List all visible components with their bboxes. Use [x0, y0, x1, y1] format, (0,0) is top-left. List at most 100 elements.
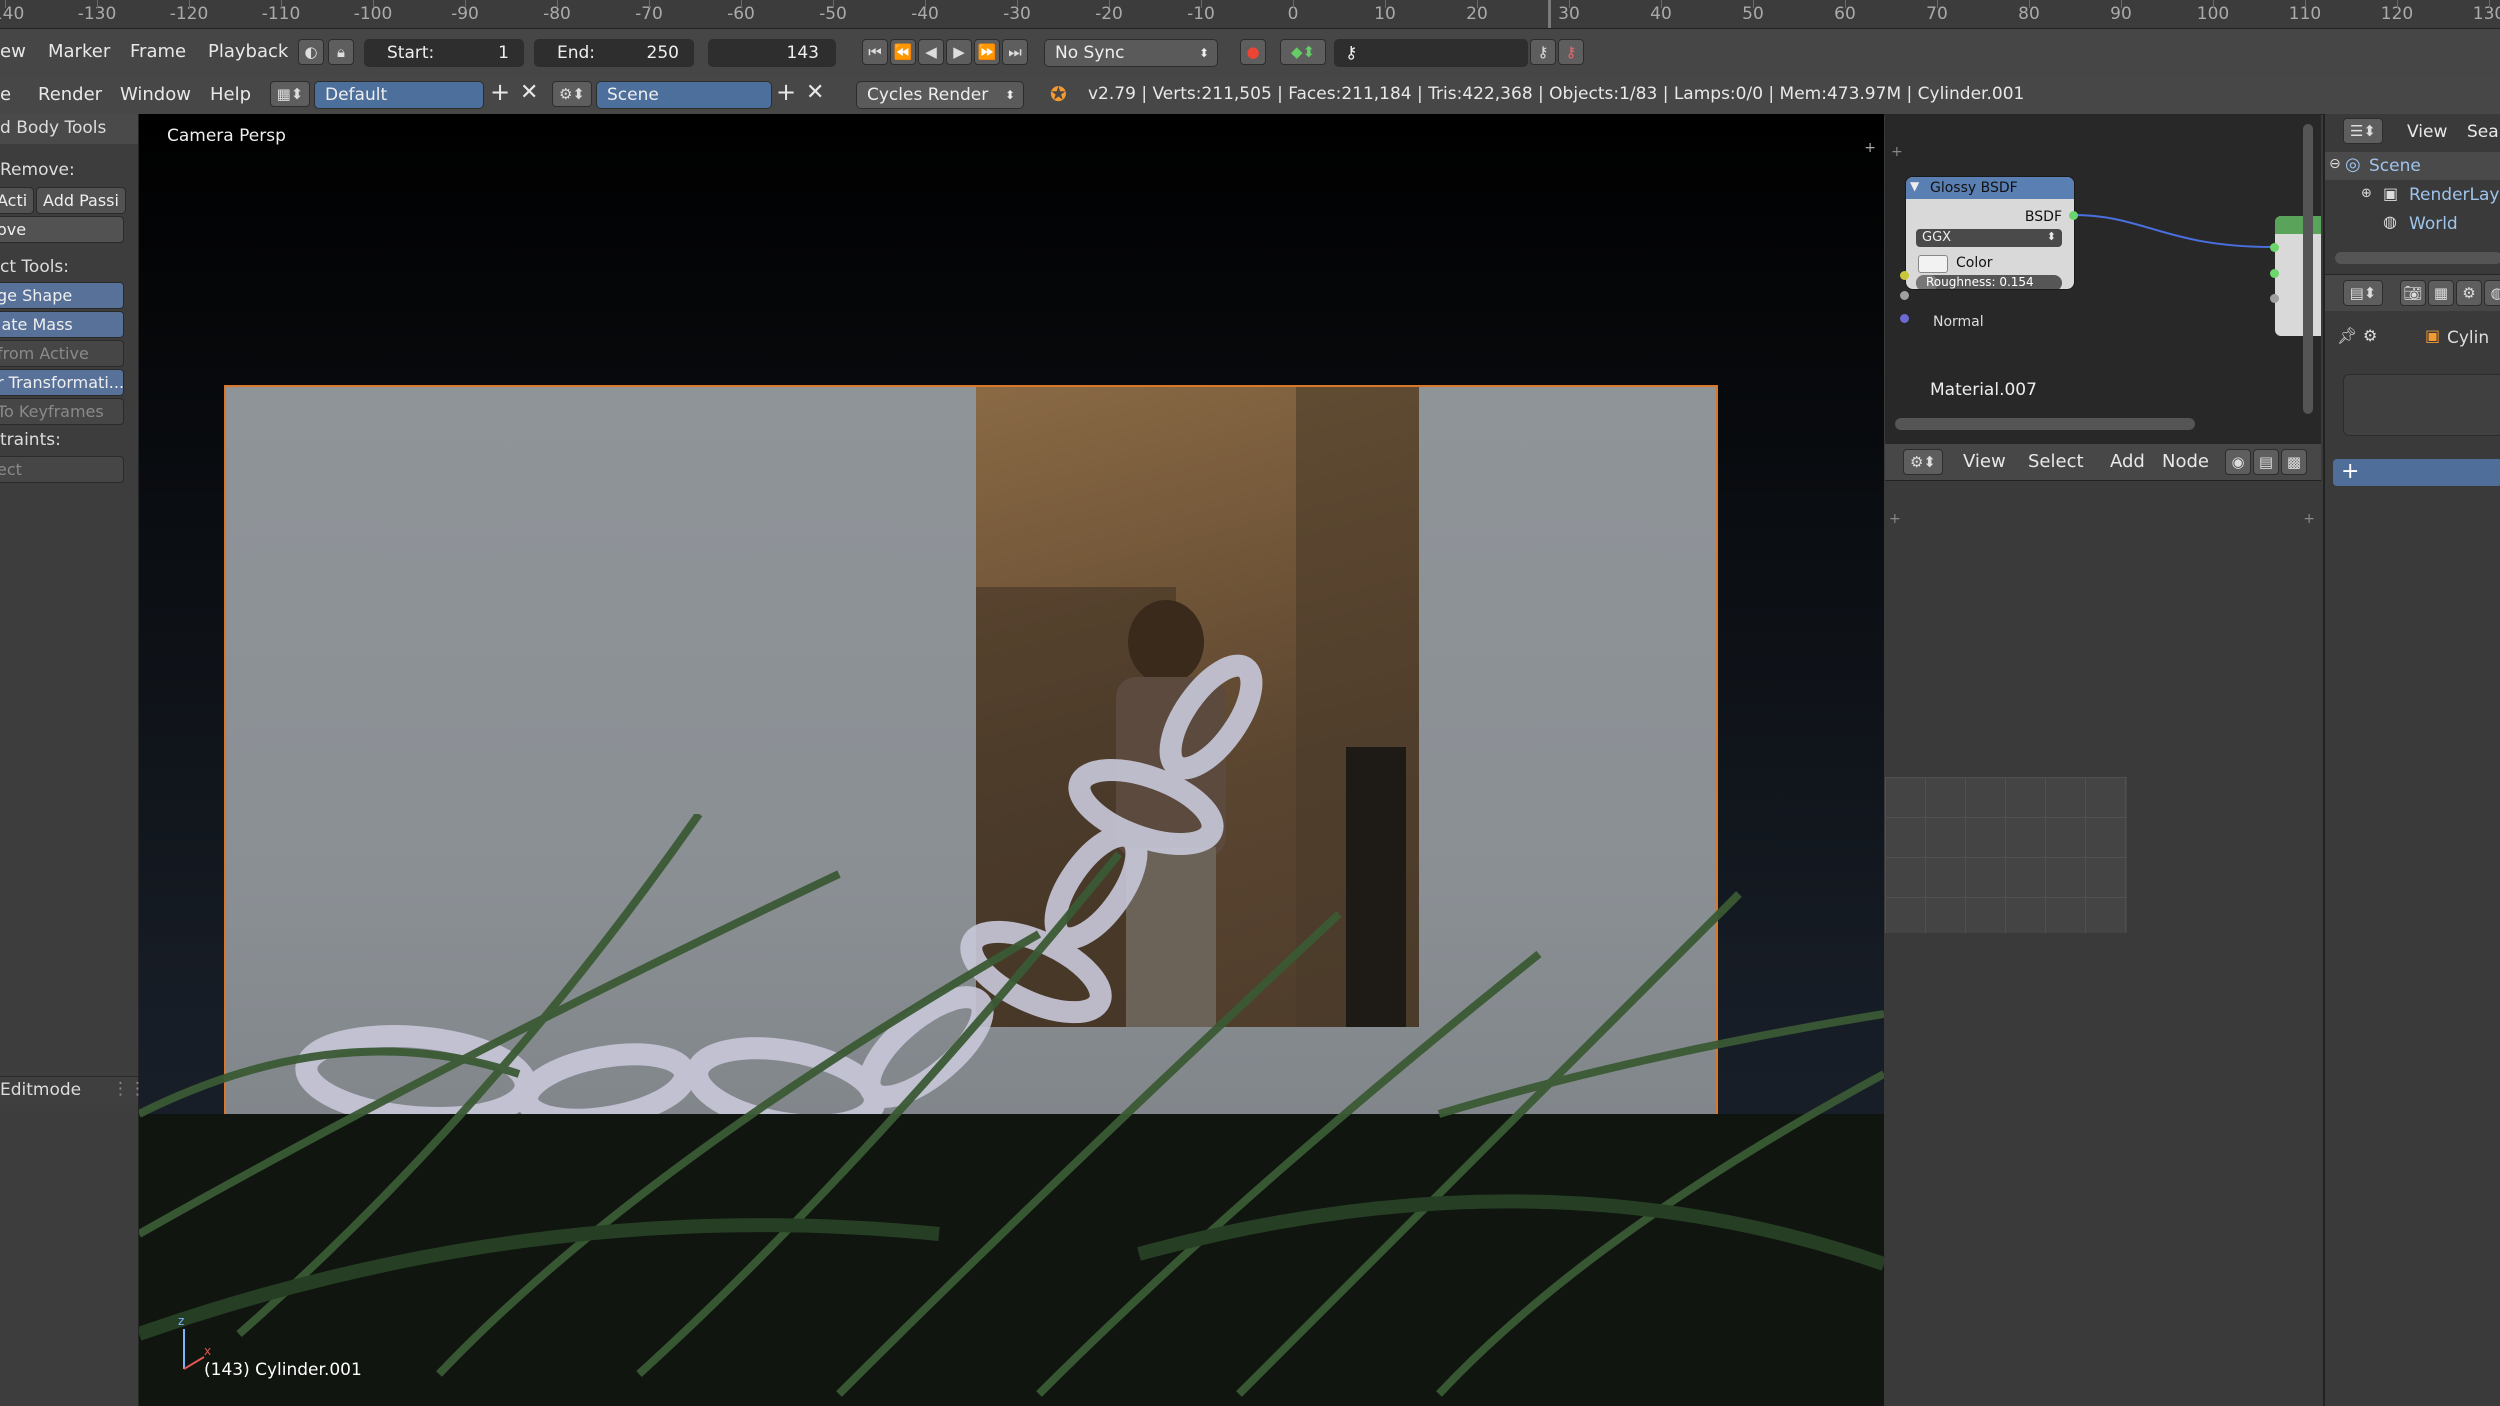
insert-keyframe-icon[interactable]: ⚷	[1530, 39, 1556, 65]
outliner-type-icon[interactable]: ☰⬍	[2343, 118, 2383, 144]
screen-layout-icon[interactable]: ▦⬍	[270, 81, 310, 107]
roughness-slider[interactable]: Roughness: 0.154	[1916, 275, 2062, 289]
outliner-renderlayer-label[interactable]: RenderLay	[2409, 185, 2499, 205]
delete-keyframe-icon[interactable]: ⚷	[1558, 39, 1584, 65]
keying-set-field[interactable]: ⚷	[1334, 39, 1528, 67]
editmode-panel-header[interactable]: Editmode ⋮⋮	[0, 1076, 146, 1105]
displacement-input-socket[interactable]	[2270, 294, 2279, 303]
menu-window[interactable]: Window	[120, 84, 191, 105]
color-input-socket[interactable]	[1900, 271, 1909, 280]
outliner-row-scene[interactable]: ⊖ ◎ Scene	[2325, 152, 2500, 180]
outliner-scrollbar[interactable]	[2335, 252, 2500, 264]
frame-cursor[interactable]	[1548, 0, 1551, 28]
glossy-bsdf-node[interactable]: ▼ Glossy BSDF BSDF GGX ⬍ Color Roughness…	[1905, 176, 2075, 290]
outliner-menu-search[interactable]: Sear	[2467, 122, 2500, 142]
end-frame-field[interactable]: End: 250	[534, 39, 694, 67]
ruler-tick-mark	[1201, 0, 1202, 8]
color-swatch[interactable]	[1918, 255, 1948, 273]
record-icon[interactable]: ●	[1240, 39, 1266, 65]
horizontal-scrollbar[interactable]	[1895, 418, 2195, 430]
volume-input-socket[interactable]	[2270, 269, 2279, 278]
jump-prev-key-icon[interactable]: ⏪	[890, 39, 916, 65]
vertical-scrollbar[interactable]	[2303, 124, 2313, 414]
jump-next-key-icon[interactable]: ⏩	[974, 39, 1000, 65]
connect-button[interactable]: ect	[0, 456, 124, 483]
play-reverse-icon[interactable]: ◀	[918, 39, 944, 65]
layers-tab-icon[interactable]: ▦	[2428, 280, 2454, 306]
scene-icon[interactable]: ⚙⬍	[552, 81, 592, 107]
node-menu-add[interactable]: Add	[2110, 451, 2145, 472]
node-editor[interactable]: + ▼ Glossy BSDF BSDF GGX ⬍ Color Roughne…	[1885, 114, 2321, 445]
delete-scene-icon[interactable]: ✕	[806, 80, 824, 105]
panel-title: d Body Tools	[0, 118, 107, 138]
tool-shelf-title-bar[interactable]: d Body Tools	[0, 114, 138, 144]
sync-dropdown[interactable]: No Sync ⬍	[1044, 39, 1218, 67]
area-corner-icon-right[interactable]: +	[2303, 511, 2315, 527]
texture-type-icon[interactable]: ▤	[2253, 449, 2279, 475]
empty-editor-area[interactable]: + +	[1885, 481, 2321, 1406]
area-corner-icon[interactable]: +	[1889, 511, 1901, 527]
output-node-header[interactable]	[2275, 216, 2321, 234]
timeline-ruler[interactable]: -140-130-120-110-100-90-80-70-60-50-40-3…	[0, 0, 2500, 29]
menu-file[interactable]: e	[0, 84, 11, 105]
shader-type-icon[interactable]: ◉	[2225, 449, 2251, 475]
bsdf-output-socket[interactable]	[2069, 211, 2078, 220]
layout-field[interactable]: Default	[314, 81, 484, 109]
pin-icon[interactable]: 📌︎	[2337, 326, 2357, 345]
node-menu-node[interactable]: Node	[2162, 451, 2209, 472]
render-tab-icon[interactable]: 📷︎	[2400, 280, 2426, 306]
material-output-node[interactable]	[2275, 216, 2321, 336]
apply-transformation-button[interactable]: r Transformati...	[0, 369, 124, 396]
menu-marker[interactable]: Marker	[48, 41, 110, 62]
keying-icon[interactable]: ◐	[298, 39, 324, 65]
normal-input-socket[interactable]	[1900, 314, 1909, 323]
scene-field[interactable]: Scene	[596, 81, 772, 109]
ruler-tick-mark	[1477, 0, 1478, 8]
collapse-icon[interactable]: ⊖	[2329, 156, 2341, 172]
add-panel-button[interactable]: +	[2333, 459, 2500, 486]
viewport-corner-icon[interactable]: +	[1864, 140, 1876, 156]
distribution-dropdown[interactable]: GGX ⬍	[1916, 229, 2062, 247]
menu-render[interactable]: Render	[38, 84, 102, 105]
world-tab-icon[interactable]: ◍	[2484, 280, 2500, 306]
menu-view[interactable]: ew	[0, 41, 26, 62]
start-frame-field[interactable]: Start: 1	[364, 39, 524, 67]
properties-type-icon[interactable]: ▤⬍	[2343, 280, 2383, 306]
current-frame-field[interactable]: 143	[708, 39, 836, 67]
delete-layout-icon[interactable]: ✕	[520, 80, 538, 105]
3d-viewport[interactable]: Camera Persp + z x (143) Cylinder.001	[139, 114, 1884, 1406]
ruler-tick-label: 130	[2472, 4, 2500, 24]
outliner-menu-view[interactable]: View	[2407, 122, 2447, 142]
lock-icon[interactable]: 🔒︎	[328, 39, 354, 65]
add-scene-icon[interactable]: +	[776, 78, 796, 106]
roughness-input-socket[interactable]	[1900, 291, 1909, 300]
surface-input-socket[interactable]	[2270, 243, 2279, 252]
ruler-tick-mark	[649, 0, 650, 8]
node-menu-view[interactable]: View	[1963, 451, 2006, 472]
add-active-button[interactable]: Acti	[0, 187, 34, 214]
menu-frame[interactable]: Frame	[130, 41, 186, 62]
scene-stats: v2.79 | Verts:211,505 | Faces:211,184 | …	[1088, 84, 2025, 104]
add-passive-button[interactable]: Add Passi	[36, 187, 126, 214]
outliner-world-label[interactable]: World	[2409, 214, 2458, 234]
remove-button[interactable]: ove	[0, 216, 124, 243]
editor-type-icon[interactable]: ⚙⬍	[1903, 449, 1943, 475]
keyframe-icon[interactable]: ◆⬍	[1280, 39, 1326, 65]
menu-playback[interactable]: Playback	[208, 41, 288, 62]
bake-to-keyframes-button[interactable]: To Keyframes	[0, 398, 124, 425]
expand-icon[interactable]: ⊕	[2361, 186, 2372, 201]
node-header[interactable]: ▼ Glossy BSDF	[1906, 177, 2074, 199]
node-menu-select[interactable]: Select	[2028, 451, 2084, 472]
jump-start-icon[interactable]: ⏮	[862, 39, 888, 65]
play-icon[interactable]: ▶	[946, 39, 972, 65]
collapse-arrow-icon[interactable]: ▼	[1910, 179, 1919, 193]
scene-tab-icon[interactable]: ⚙	[2456, 280, 2482, 306]
menu-help[interactable]: Help	[210, 84, 251, 105]
render-engine-dropdown[interactable]: Cycles Render ⬍	[856, 81, 1024, 109]
add-layout-icon[interactable]: +	[490, 78, 510, 106]
compositing-type-icon[interactable]: ▩	[2281, 449, 2307, 475]
copy-from-active-button[interactable]: from Active	[0, 340, 124, 367]
jump-end-icon[interactable]: ⏭	[1002, 39, 1028, 65]
change-shape-button[interactable]: ge Shape	[0, 282, 124, 309]
calculate-mass-button[interactable]: late Mass	[0, 311, 124, 338]
